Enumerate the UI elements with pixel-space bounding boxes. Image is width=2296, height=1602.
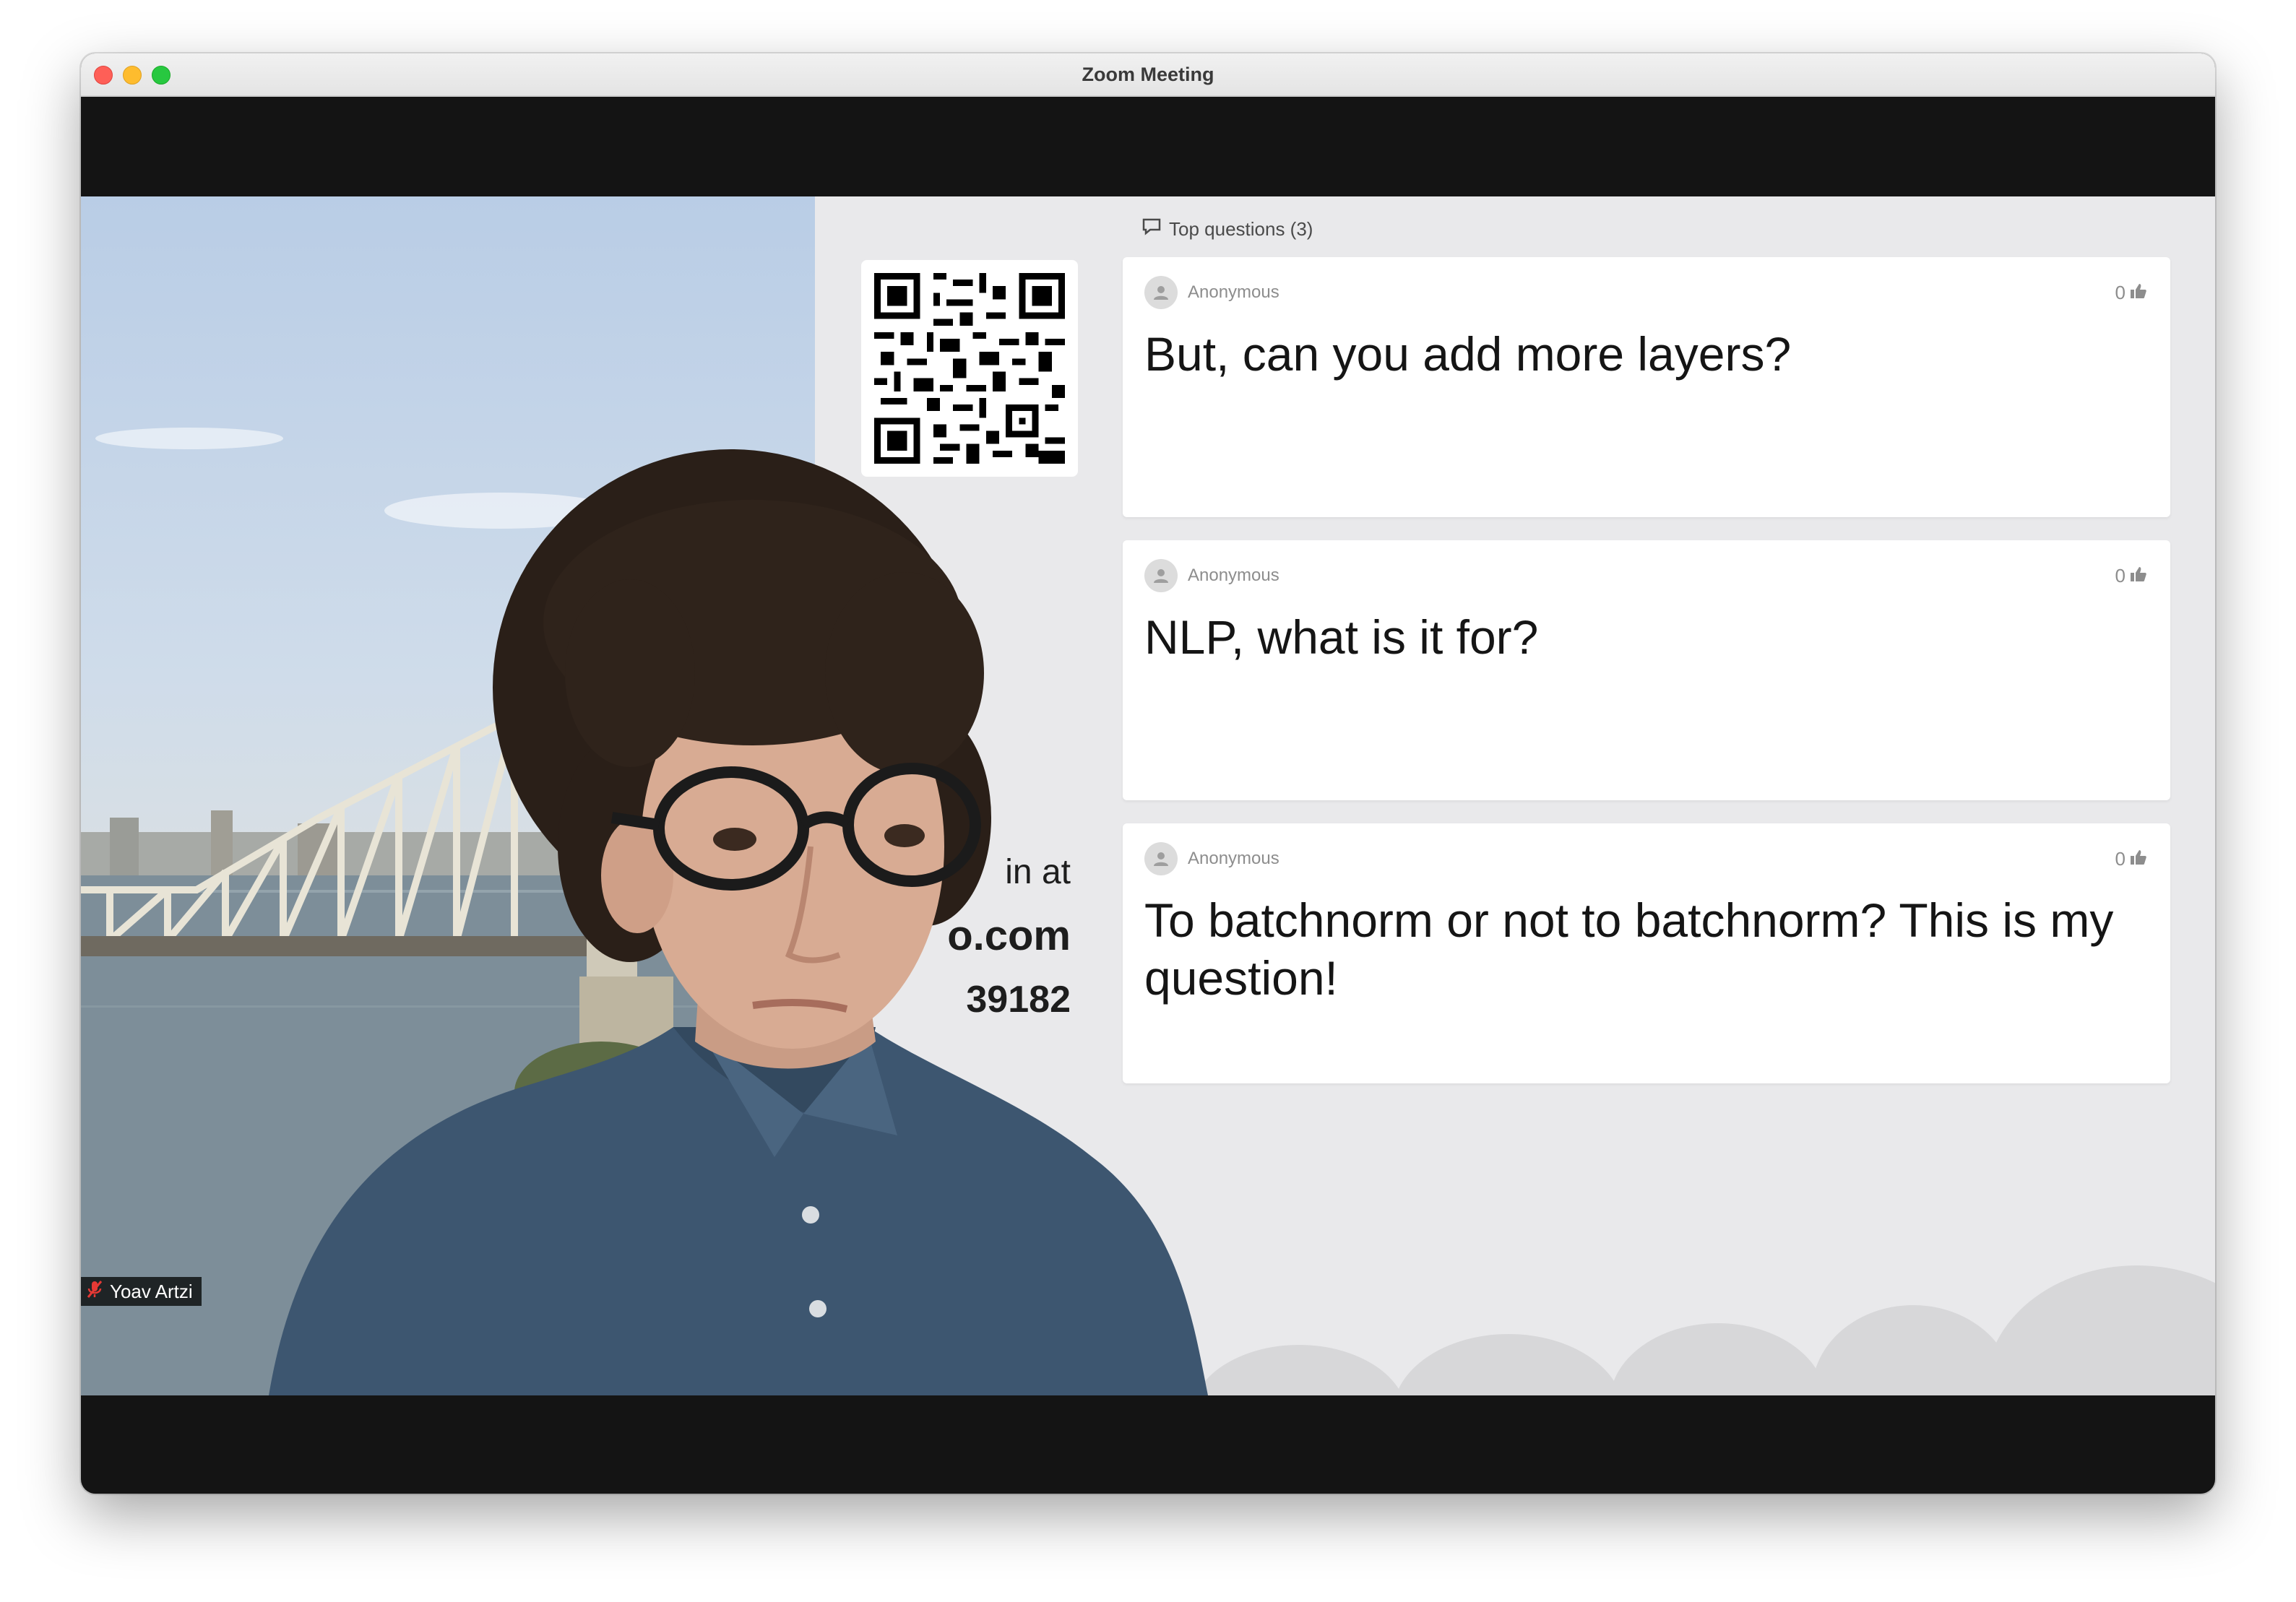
mic-muted-icon [87,1280,103,1304]
participant-name-tag: Yoav Artzi [81,1277,202,1306]
screen: Zoom Meeting in at o.com 39182 Top quest… [0,0,2296,1602]
title-bar[interactable]: Zoom Meeting [81,53,2215,97]
video-feed[interactable]: in at o.com 39182 Top questions (3) Anon… [81,196,2215,1395]
window-title: Zoom Meeting [1082,64,1214,85]
participant-name: Yoav Artzi [110,1280,193,1302]
presenter-figure [269,449,1208,1395]
zoom-window: Zoom Meeting in at o.com 39182 Top quest… [81,53,2215,1494]
